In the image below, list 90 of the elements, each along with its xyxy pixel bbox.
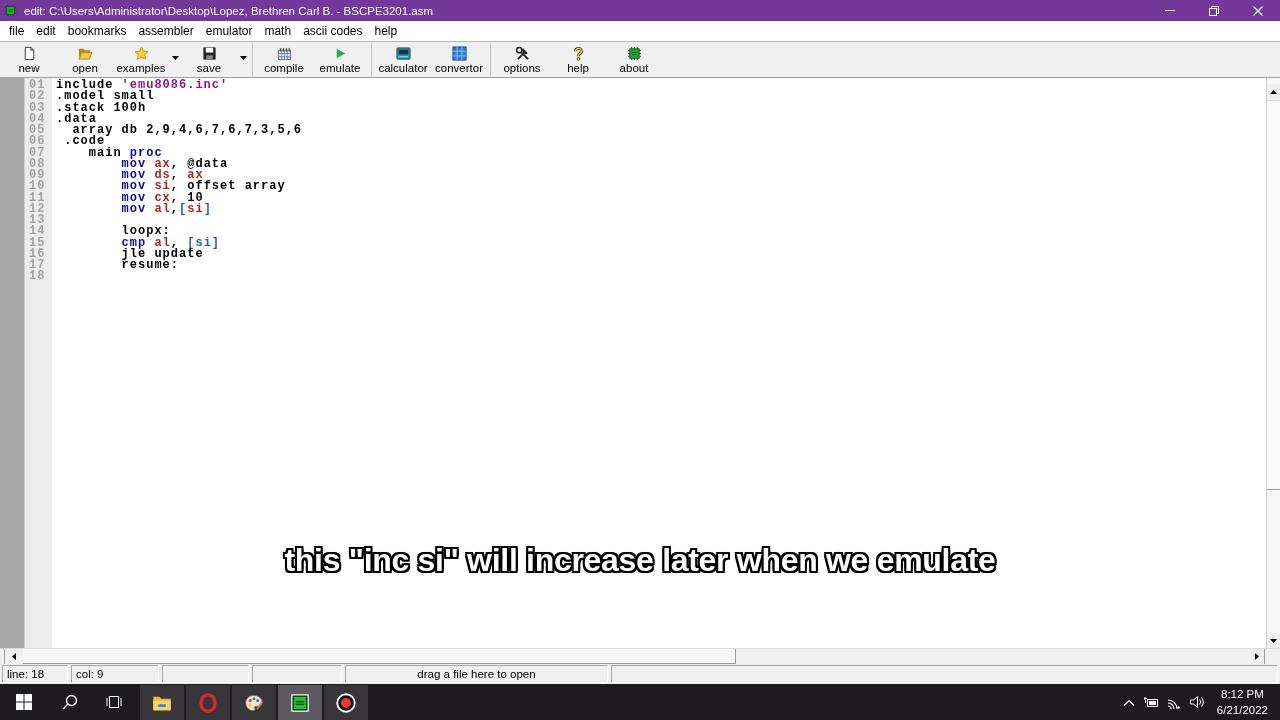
code-line: cmp al, [si]	[121, 237, 221, 249]
scroll-down-button[interactable]	[1267, 634, 1280, 648]
code-line: mov cx, 10	[121, 192, 204, 204]
code-line: .data	[56, 113, 97, 125]
tools-icon	[514, 46, 530, 61]
windows-logo-icon	[16, 694, 32, 710]
clock-time[interactable]: 8:12 PM	[1216, 686, 1268, 702]
vertical-scrollbar[interactable]	[1266, 78, 1280, 648]
code-line: mov ax, @data	[121, 158, 229, 170]
open-button[interactable]: open	[57, 42, 113, 77]
chevron-up-icon[interactable]	[1122, 698, 1135, 706]
scroll-up-button[interactable]	[1267, 84, 1280, 100]
taskbar-app-button[interactable]	[278, 685, 322, 720]
star-icon	[133, 46, 149, 61]
emulate-button[interactable]: emulate	[312, 42, 368, 77]
line-number: 12	[29, 203, 46, 215]
down-arrow-icon	[1270, 639, 1277, 643]
calculator-button[interactable]: calculator	[375, 42, 431, 77]
line-number: 11	[29, 192, 46, 204]
menu-item[interactable]: ascii codes	[297, 23, 369, 39]
help-button[interactable]: help	[550, 42, 606, 77]
code-line: loopx:	[121, 226, 171, 238]
window-title: edit: C:\Users\Administrator\Desktop\Lopez, Brethren Carl B. - BSCPE3201.asm	[24, 3, 434, 18]
line-number: 04	[29, 113, 46, 125]
ring-icon	[198, 692, 218, 713]
code-line: array db 2,9,4,6,7,6,7,3,5,6	[72, 125, 303, 137]
menu-item[interactable]: bookmarks	[61, 23, 133, 39]
subtitle-caption: this "inc si" will increase later when we emulate	[284, 542, 996, 578]
caret-icon	[239, 56, 247, 60]
chip-icon	[626, 46, 642, 61]
search-icon	[62, 694, 78, 710]
line-number: 10	[29, 181, 46, 193]
right-arrow-icon	[1254, 653, 1259, 660]
horizontal-scrollbar[interactable]	[0, 648, 1280, 664]
menu-item[interactable]: assembler	[132, 23, 200, 39]
folder-icon	[77, 46, 93, 61]
menu-item[interactable]: help	[368, 23, 404, 39]
line-number: 15	[29, 237, 46, 249]
code-line: main proc	[88, 147, 163, 159]
about-button[interactable]: about	[606, 42, 662, 77]
restore-icon	[1209, 5, 1219, 16]
line-number: 07	[29, 147, 46, 159]
line-number: 06	[29, 136, 46, 148]
code-line: .code	[64, 136, 106, 148]
line-number: 02	[29, 91, 46, 103]
left-arrow-icon	[12, 653, 16, 660]
close-icon	[1253, 5, 1263, 16]
new-button[interactable]: new	[1, 42, 57, 77]
task-view-icon	[106, 694, 122, 710]
line-number: 14	[29, 226, 46, 238]
chip-icon	[290, 692, 310, 713]
code-line: .stack 100h	[56, 102, 147, 114]
grid-icon	[451, 46, 467, 61]
calendar-icon	[276, 46, 292, 61]
menu-item[interactable]: edit	[30, 23, 62, 39]
clock-date[interactable]: 6/21/2022	[1216, 702, 1268, 718]
line-number: 03	[29, 102, 46, 114]
code-line: .model small	[56, 91, 155, 103]
chip-icon	[4, 4, 17, 17]
minimize-icon	[1165, 10, 1175, 11]
record-icon	[336, 692, 356, 713]
examples-button[interactable]: examples	[113, 42, 169, 77]
battery-icon[interactable]	[1142, 696, 1159, 708]
menu-item[interactable]: emulator	[199, 23, 259, 39]
line-number: 16	[29, 248, 46, 260]
palette-icon	[244, 692, 264, 713]
code-line: mov si, offset array	[121, 181, 286, 193]
code-line: jle update	[121, 248, 204, 260]
convertor-button[interactable]: convertor	[431, 42, 487, 77]
taskbar-app-button[interactable]	[140, 685, 184, 720]
menu-item[interactable]: file	[3, 23, 31, 39]
save-button[interactable]: save	[181, 42, 237, 77]
column-indicator: col: 9	[71, 665, 159, 683]
options-button[interactable]: options	[494, 42, 550, 77]
code-line: mov al,[si]	[121, 203, 212, 215]
taskbar-app-button[interactable]	[232, 685, 276, 720]
line-number: 08	[29, 158, 46, 170]
calculator-icon	[395, 46, 411, 61]
compile-button[interactable]: compile	[256, 42, 312, 77]
scrollbar-thumb[interactable]	[23, 649, 736, 664]
menu-item[interactable]: math	[258, 23, 298, 39]
line-indicator: line: 18	[2, 665, 68, 683]
line-number: 18	[29, 271, 46, 283]
volume-icon[interactable]	[1188, 695, 1205, 709]
up-arrow-icon	[1270, 90, 1277, 94]
floppy-icon	[201, 46, 217, 61]
status-hint: drag a file here to open	[345, 665, 608, 683]
caret-icon	[171, 56, 179, 60]
taskbar-app-button[interactable]	[324, 685, 368, 720]
code-line: resume:	[121, 260, 180, 272]
